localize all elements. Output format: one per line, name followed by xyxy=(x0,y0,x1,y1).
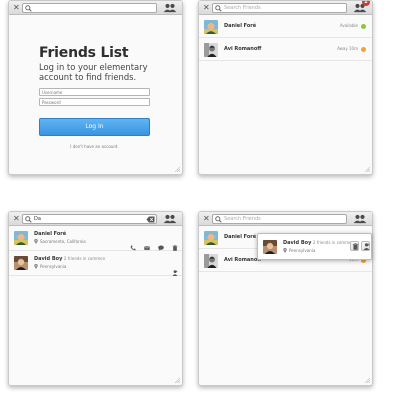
result-name: David Boy xyxy=(34,256,63,262)
away-icon xyxy=(361,47,366,52)
result-title: David Boy 2 friends in common xyxy=(34,256,105,262)
popover-name: David Boy xyxy=(283,240,312,246)
search-result-row[interactable]: Daniel Foré Sacramento, California xyxy=(9,227,182,251)
call-icon[interactable] xyxy=(130,245,136,251)
result-actions xyxy=(127,236,178,242)
notification-badge: 2 xyxy=(362,1,370,6)
close-icon[interactable]: ✕ xyxy=(203,214,210,224)
resize-grip-icon[interactable] xyxy=(364,377,370,383)
resize-grip-icon[interactable] xyxy=(174,166,180,172)
login-subtitle: Log in to your elementary account to fin… xyxy=(39,62,148,82)
toolbar: ✕ xyxy=(9,1,182,15)
search-input[interactable]: Search Friends xyxy=(212,214,347,224)
add-friend-button[interactable] xyxy=(361,241,370,251)
friend-name: Daniel Foré xyxy=(224,23,257,29)
available-icon xyxy=(361,24,366,29)
mutual-friends: 2 friends in common xyxy=(63,256,106,261)
no-account-link[interactable]: I don't have an account. xyxy=(39,144,150,149)
location-pin-icon xyxy=(283,248,287,253)
search-icon xyxy=(25,5,32,12)
add-friend-icon xyxy=(363,243,370,250)
friends-icon[interactable] xyxy=(163,3,177,13)
toolbar: ✕ Da xyxy=(9,212,182,226)
avatar xyxy=(204,254,218,268)
password-field[interactable] xyxy=(39,98,150,106)
friends-icon[interactable] xyxy=(163,214,177,224)
toolbar: ✕ Search Friends xyxy=(199,212,372,226)
search-icon xyxy=(25,216,32,223)
resize-grip-icon[interactable] xyxy=(364,166,370,172)
search-placeholder: Search Friends xyxy=(224,216,261,222)
trash-icon[interactable] xyxy=(172,245,178,251)
search-placeholder: Search Friends xyxy=(224,5,261,11)
search-icon xyxy=(215,216,222,223)
result-title: Daniel Foré xyxy=(34,231,66,237)
friend-status: Away 10m xyxy=(337,46,358,51)
location-text: Pennsylvania xyxy=(40,264,67,269)
friend-row[interactable]: Daniel Foré Available xyxy=(199,16,372,38)
friends-icon[interactable] xyxy=(353,214,367,224)
clear-search-icon[interactable] xyxy=(146,216,155,223)
result-actions xyxy=(172,261,178,267)
search-icon xyxy=(215,5,222,12)
location-text: Sacramento, California xyxy=(40,239,86,244)
add-friend-icon[interactable] xyxy=(172,270,178,276)
friend-name: Avi Romanoff xyxy=(224,46,262,52)
mutual-friends: 2 friends in common xyxy=(312,240,355,245)
toolbar: ✕ Search Friends 2 xyxy=(199,1,372,15)
friends-list-window: ✕ Search Friends 2 Daniel Foré Available… xyxy=(198,0,373,175)
popover-location: Pennsylvania xyxy=(283,248,315,253)
login-button[interactable]: Log In xyxy=(39,118,150,136)
avatar xyxy=(14,256,28,270)
avatar xyxy=(14,231,28,245)
resize-grip-icon[interactable] xyxy=(174,377,180,383)
search-input[interactable] xyxy=(22,3,157,13)
friend-request-popover: David Boy 2 friends in common Pennsylvan… xyxy=(257,233,372,260)
close-icon[interactable]: ✕ xyxy=(13,3,20,13)
location-pin-icon xyxy=(34,264,38,269)
avatar xyxy=(204,231,218,245)
friend-name: Avi Romanoff xyxy=(224,257,262,263)
login-form: Friends List Log in to your elementary a… xyxy=(39,45,164,149)
search-input[interactable]: Da xyxy=(22,214,157,224)
avatar xyxy=(204,20,218,34)
search-input[interactable]: Search Friends xyxy=(212,3,347,13)
result-location: Sacramento, California xyxy=(34,239,86,244)
result-location: Pennsylvania xyxy=(34,264,66,269)
trash-icon xyxy=(352,243,359,250)
search-result-row[interactable]: David Boy 2 friends in common Pennsylvan… xyxy=(9,252,182,276)
delete-request-button[interactable] xyxy=(350,241,359,251)
login-window: ✕ Friends List Log in to your elementary… xyxy=(8,0,183,175)
page-title: Friends List xyxy=(39,45,129,61)
chat-icon[interactable] xyxy=(158,245,164,251)
avatar xyxy=(263,240,277,254)
username-field[interactable] xyxy=(39,88,150,96)
friend-row[interactable]: Avi Romanoff Away 10m xyxy=(199,39,372,61)
close-icon[interactable]: ✕ xyxy=(203,3,210,13)
result-name: Daniel Foré xyxy=(34,231,67,237)
popover-title: David Boy 2 friends in common xyxy=(283,240,354,246)
close-icon[interactable]: ✕ xyxy=(13,214,20,224)
friend-name: Daniel Foré xyxy=(224,234,257,240)
friend-status: Available xyxy=(339,23,358,28)
avatar xyxy=(204,43,218,57)
location-text: Pennsylvania xyxy=(289,248,316,253)
mail-icon[interactable] xyxy=(144,245,150,251)
search-results-window: ✕ Da Daniel Foré Sacramento, California … xyxy=(8,211,183,386)
location-pin-icon xyxy=(34,239,38,244)
search-value: Da xyxy=(34,216,41,222)
